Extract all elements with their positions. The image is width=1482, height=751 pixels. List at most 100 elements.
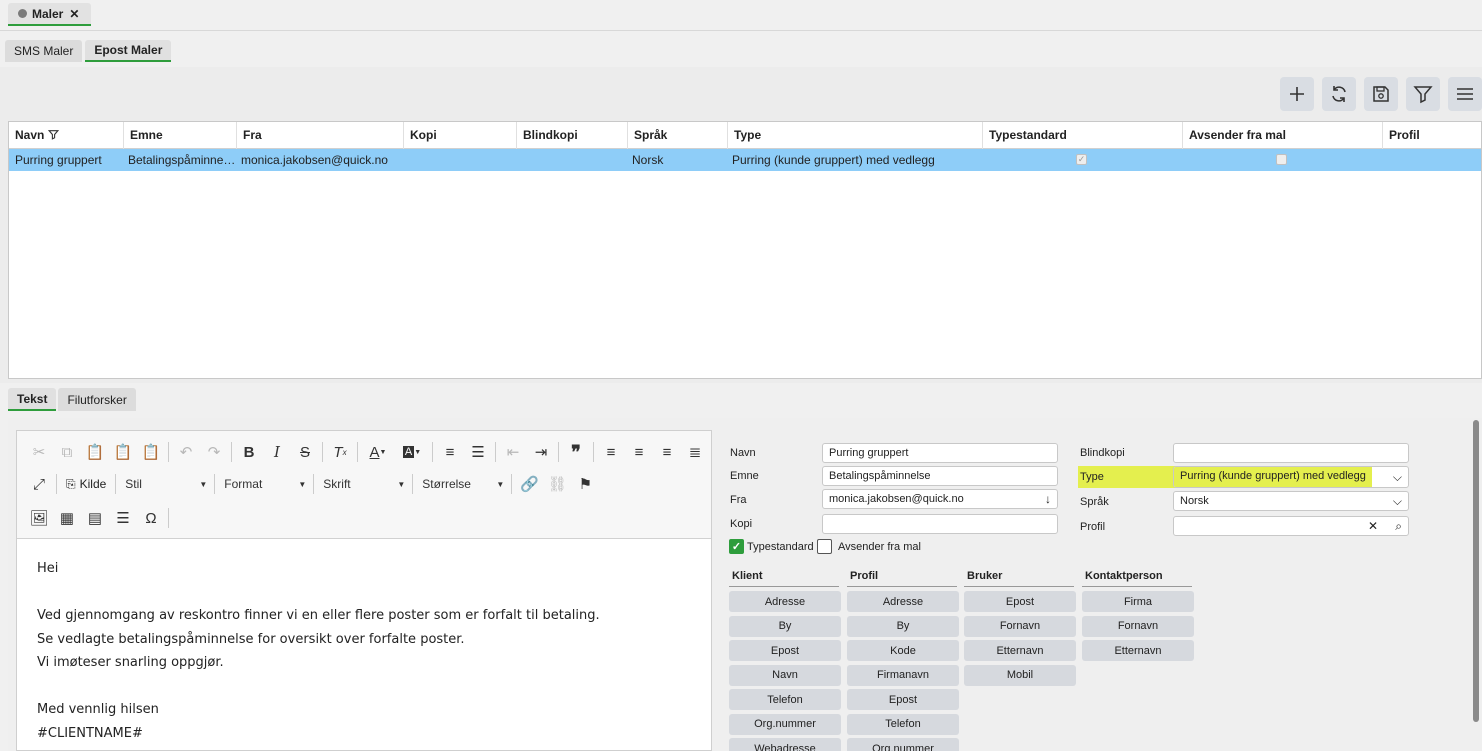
merge-field-button[interactable]: Etternavn	[1082, 640, 1194, 661]
add-button[interactable]	[1280, 77, 1314, 111]
merge-field-button[interactable]: Epost	[847, 689, 959, 710]
col-header-fra[interactable]: Fra	[236, 122, 403, 149]
paste-word-icon[interactable]: 📋	[137, 439, 165, 465]
numbered-list-icon[interactable]: ≡	[436, 439, 464, 465]
arrow-down-icon[interactable]: ↓	[1045, 490, 1051, 508]
paste-text-icon[interactable]: 📋	[109, 439, 137, 465]
tab-epost-maler[interactable]: Epost Maler	[85, 40, 172, 62]
fra-input[interactable]: monica.jakobsen@quick.no ↓	[822, 489, 1058, 509]
undo-icon[interactable]: ↶	[172, 439, 200, 465]
merge-field-button[interactable]: Fornavn	[1082, 615, 1194, 637]
cut-icon[interactable]: ✂	[25, 439, 53, 465]
anchor-flag-icon[interactable]: ⚑	[571, 471, 599, 497]
tab-sms-maler[interactable]: SMS Maler	[5, 40, 83, 62]
font-combo[interactable]: Skrift ▼	[317, 472, 409, 496]
editor-toolbar: ✂ ⧉ 📋 📋 📋 ↶ ↷ B I S Tx A▼ A▼ ≡ ☰ ⇤ ⇥ ❞	[17, 431, 711, 539]
merge-field-button[interactable]: Telefon	[847, 713, 959, 735]
sprak-label: Språk	[1080, 496, 1109, 508]
horizontal-rule-icon[interactable]: ☰	[109, 505, 137, 531]
remove-format-icon[interactable]: Tx	[326, 439, 354, 465]
merge-field-button[interactable]: Firma	[1082, 591, 1194, 612]
type-select[interactable]: Purring (kunde gruppert) med vedlegg ⌵	[1173, 466, 1409, 488]
navn-input[interactable]: Purring gruppert	[822, 443, 1058, 463]
emne-input[interactable]: Betalingspåminnelse	[822, 466, 1058, 486]
tab-filutforsker[interactable]: Filutforsker	[58, 388, 136, 411]
source-button[interactable]: ⎘ Kilde	[60, 477, 112, 492]
doc-tab-maler[interactable]: Maler ✕	[8, 3, 92, 26]
indent-icon[interactable]: ⇥	[527, 439, 555, 465]
merge-field-button[interactable]: Mobil	[964, 664, 1076, 686]
align-left-icon[interactable]: ≡	[597, 439, 625, 465]
save-button[interactable]	[1364, 77, 1398, 111]
merge-field-button[interactable]: Adresse	[729, 591, 841, 612]
style-combo[interactable]: Stil ▼	[119, 472, 211, 496]
merge-field-button[interactable]: Telefon	[729, 689, 841, 710]
unlink-icon[interactable]: ⛓	[543, 471, 571, 497]
col-header-avsender[interactable]: Avsender fra mal	[1182, 122, 1382, 149]
merge-field-button[interactable]: Epost	[964, 591, 1076, 612]
close-icon[interactable]: ✕	[69, 7, 79, 21]
text-color-icon[interactable]: A ▼	[361, 439, 395, 465]
paste-icon[interactable]: 📋	[81, 439, 109, 465]
size-combo[interactable]: Størrelse ▼	[416, 472, 508, 496]
col-header-sprak[interactable]: Språk	[627, 122, 727, 149]
table-row[interactable]: Purring gruppert Betalingspåminnelse mon…	[9, 149, 1481, 171]
sprak-select[interactable]: Norsk ⌵	[1173, 491, 1409, 511]
bold-icon[interactable]: B	[235, 439, 263, 465]
menu-button[interactable]	[1448, 77, 1482, 111]
image-icon[interactable]: 🖼	[25, 505, 53, 531]
merge-field-button[interactable]: Epost	[729, 640, 841, 661]
bulleted-list-icon[interactable]: ☰	[464, 439, 492, 465]
blockquote-icon[interactable]: ❞	[562, 439, 590, 465]
table-icon[interactable]: ▤	[81, 505, 109, 531]
align-right-icon[interactable]: ≡	[653, 439, 681, 465]
tab-tekst[interactable]: Tekst	[8, 388, 57, 411]
placeholder-icon[interactable]: ▦	[53, 505, 81, 531]
kopi-label: Kopi	[730, 518, 753, 530]
maximize-icon[interactable]: ⤢	[25, 471, 53, 497]
vertical-scrollbar[interactable]	[1473, 420, 1479, 722]
kopi-input[interactable]	[822, 514, 1058, 534]
merge-field-button[interactable]: Adresse	[847, 591, 959, 612]
blindkopi-input[interactable]	[1173, 443, 1409, 463]
dropdown-arrow-icon: ▼	[199, 479, 208, 489]
merge-field-button[interactable]: Webadresse	[729, 738, 841, 751]
background-color-icon[interactable]: A ▼	[395, 439, 429, 465]
col-header-emne[interactable]: Emne	[123, 122, 236, 149]
italic-icon[interactable]: I	[263, 439, 291, 465]
merge-field-button[interactable]: By	[729, 615, 841, 637]
profil-input[interactable]: ✕ ⌕	[1173, 516, 1409, 536]
filter-button[interactable]	[1406, 77, 1440, 111]
col-header-kopi[interactable]: Kopi	[403, 122, 516, 149]
editor-content[interactable]: Hei Ved gjennomgang av reskontro finner …	[17, 539, 711, 751]
strikethrough-icon[interactable]: S	[291, 439, 319, 465]
outdent-icon[interactable]: ⇤	[499, 439, 527, 465]
col-header-blindkopi[interactable]: Blindkopi	[516, 122, 627, 149]
format-combo[interactable]: Format ▼	[218, 472, 310, 496]
refresh-button[interactable]	[1322, 77, 1356, 111]
blindkopi-label: Blindkopi	[1080, 447, 1125, 459]
merge-field-button[interactable]: Org.nummer	[729, 713, 841, 735]
link-icon[interactable]: 🔗	[515, 471, 543, 497]
merge-field-button[interactable]: Navn	[729, 664, 841, 686]
copy-icon[interactable]: ⧉	[53, 439, 81, 465]
align-center-icon[interactable]: ≡	[625, 439, 653, 465]
avsender-checkbox[interactable]: Avsender fra mal	[817, 539, 921, 554]
redo-icon[interactable]: ↷	[200, 439, 228, 465]
merge-field-button[interactable]: By	[847, 615, 959, 637]
merge-field-button[interactable]: Firmanavn	[847, 664, 959, 686]
merge-field-button[interactable]: Kode	[847, 640, 959, 661]
content-line: #CLIENTNAME#	[37, 725, 143, 741]
align-justify-icon[interactable]: ≣	[681, 439, 709, 465]
clear-icon[interactable]: ✕	[1368, 517, 1378, 535]
search-icon[interactable]: ⌕	[1395, 517, 1402, 535]
merge-field-button[interactable]: Org.nummer	[847, 738, 959, 751]
col-header-profil[interactable]: Profil	[1382, 122, 1481, 149]
col-header-typestandard[interactable]: Typestandard	[982, 122, 1182, 149]
col-header-navn[interactable]: Navn	[9, 122, 123, 149]
col-header-type[interactable]: Type	[727, 122, 982, 149]
special-character-icon[interactable]: Ω	[137, 505, 165, 531]
merge-field-button[interactable]: Fornavn	[964, 615, 1076, 637]
merge-field-button[interactable]: Etternavn	[964, 640, 1076, 661]
typestandard-checkbox[interactable]: ✓ Typestandard	[729, 539, 814, 554]
